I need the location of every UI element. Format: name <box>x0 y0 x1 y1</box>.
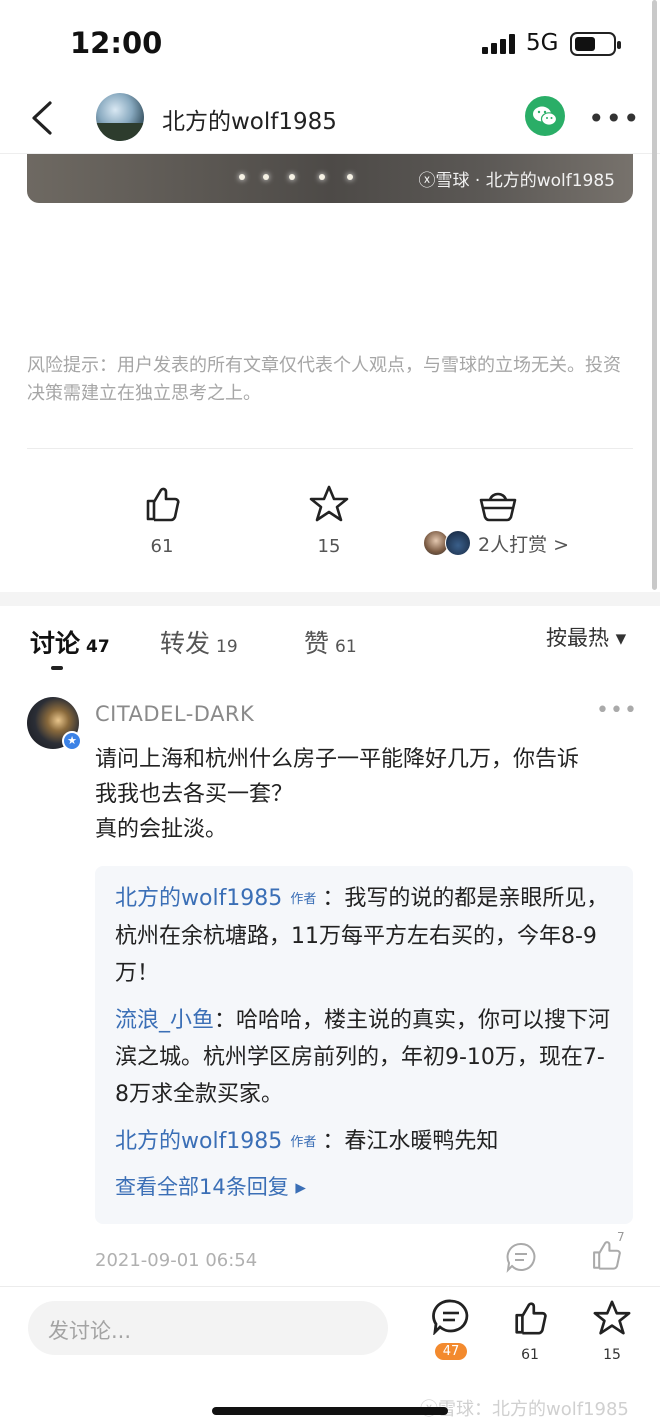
author-tag: 作者 <box>290 1135 317 1150</box>
author-name[interactable]: 北方的wolf1985 <box>162 102 337 136</box>
bottom-like-button[interactable]: 61 <box>511 1299 549 1363</box>
like-count: 61 <box>150 536 174 557</box>
verified-badge-icon: ★ <box>62 731 82 751</box>
risk-notice: 风险提示：用户发表的所有文章仅代表个人观点，与雪球的立场无关。投资决策需建立在独… <box>27 355 621 404</box>
favorite-action[interactable]: 15 <box>309 484 349 557</box>
battery-icon <box>570 32 621 56</box>
divider <box>27 448 633 449</box>
like-action[interactable]: 61 <box>142 484 182 557</box>
status-time: 12:00 <box>70 26 163 60</box>
light-dot <box>263 174 269 180</box>
bottom-like-count: 61 <box>521 1347 539 1363</box>
tab-likes[interactable]: 赞 61 <box>304 624 357 660</box>
tab-discussion[interactable]: 讨论 47 <box>30 624 110 660</box>
star-icon <box>593 1300 631 1335</box>
tab-count: 47 <box>86 637 110 657</box>
light-dot <box>239 174 245 180</box>
comment-input-placeholder: 发讨论... <box>48 1319 132 1343</box>
wechat-icon <box>533 106 558 126</box>
reward-basket-icon <box>479 492 517 522</box>
reward-avatars <box>423 530 475 556</box>
tab-count: 61 <box>335 637 357 657</box>
nav-bar: 北方的wolf1985 ••• <box>0 84 660 154</box>
comment-more-icon[interactable]: ••• <box>596 698 638 723</box>
comment-body: 请问上海和杭州什么房子一平能降好几万，你告诉 我我也去各买一套？ 真的会扯淡。 <box>95 742 635 847</box>
reply-item[interactable]: 流浪_小鱼：哈哈哈，楼主说的真实，你可以搜下河滨之城。杭州学区房前列的，年初9-… <box>115 1002 613 1113</box>
star-icon <box>309 485 349 522</box>
tab-label: 讨论 <box>30 629 81 658</box>
favorite-count: 15 <box>317 536 341 557</box>
author-avatar[interactable] <box>96 93 144 141</box>
light-dot <box>319 174 325 180</box>
image-watermark: ⓧ雪球 · 北方的wolf1985 <box>418 171 616 191</box>
status-bar: 12:00 5G <box>0 0 660 84</box>
tab-repost[interactable]: 转发 19 <box>160 624 238 660</box>
reply-text: ：春江水暖鸭先知 <box>322 1129 499 1154</box>
bottom-favorite-count: 15 <box>603 1347 621 1363</box>
view-all-replies-link[interactable]: 查看全部14条回复 ▸ <box>115 1171 613 1201</box>
comment-count-badge: 47 <box>434 1343 468 1360</box>
comment-input[interactable]: 发讨论... <box>28 1301 388 1355</box>
tab-bar: 讨论 47 转发 19 赞 61 按最热 ▾ <box>0 606 660 670</box>
bottom-favorite-button[interactable]: 15 <box>593 1299 631 1363</box>
comment-line: 我我也去各买一套？ <box>95 782 294 807</box>
thumbs-up-icon <box>146 487 180 522</box>
active-tab-indicator <box>51 666 63 670</box>
reply-item[interactable]: 北方的wolf1985 作者 ：我写的说的都是亲眼所见，杭州在余杭塘路，11万每平方… <box>115 880 613 992</box>
comment-like-count: 7 <box>617 1230 625 1244</box>
section-gap <box>0 592 660 606</box>
network-label: 5G <box>526 30 559 56</box>
home-indicator[interactable] <box>212 1407 448 1415</box>
thumbs-up-icon <box>515 1302 547 1335</box>
reply-user[interactable]: 北方的wolf1985 <box>115 1129 282 1154</box>
avatar <box>445 530 471 556</box>
article-image[interactable]: ⓧ雪球 · 北方的wolf1985 <box>27 154 633 203</box>
comment-timestamp: 2021-09-01 06:54 <box>95 1250 258 1271</box>
tab-label: 转发 <box>160 629 211 658</box>
more-options-icon[interactable]: ••• <box>588 102 641 135</box>
bottom-bar: 发讨论... 47 61 15 ⓧ雪球：北方的wolf1985 <box>0 1286 660 1428</box>
comment-button[interactable]: 47 <box>432 1299 470 1360</box>
comment-line: 真的会扯淡。 <box>95 817 228 842</box>
signal-icon <box>482 34 515 54</box>
reply-icon[interactable] <box>505 1241 537 1273</box>
back-arrow-icon[interactable] <box>28 100 58 136</box>
comment-line: 请问上海和杭州什么房子一平能降好几万，你告诉 <box>95 747 580 772</box>
reply-list: 北方的wolf1985 作者 ：我写的说的都是亲眼所见，杭州在余杭塘路，11万每平方… <box>95 866 633 1224</box>
light-dot <box>347 174 353 180</box>
wechat-share-button[interactable] <box>525 96 565 136</box>
scrollbar[interactable] <box>652 0 657 590</box>
reward-text: 2人打赏 > <box>478 534 570 556</box>
screenshot-watermark: ⓧ雪球：北方的wolf1985 <box>420 1399 629 1420</box>
reply-user[interactable]: 北方的wolf1985 <box>115 886 282 911</box>
light-dot <box>289 174 295 180</box>
tab-count: 19 <box>216 637 238 657</box>
comment-bubble-icon <box>432 1299 469 1336</box>
reply-item[interactable]: 北方的wolf1985 作者 ：春江水暖鸭先知 <box>115 1123 613 1161</box>
sort-dropdown[interactable]: 按最热 ▾ <box>546 622 626 652</box>
reply-user[interactable]: 流浪_小鱼 <box>115 1008 214 1033</box>
tab-label: 赞 <box>304 629 330 658</box>
commenter-name[interactable]: CITADEL-DARK <box>95 702 254 726</box>
author-tag: 作者 <box>290 892 317 907</box>
